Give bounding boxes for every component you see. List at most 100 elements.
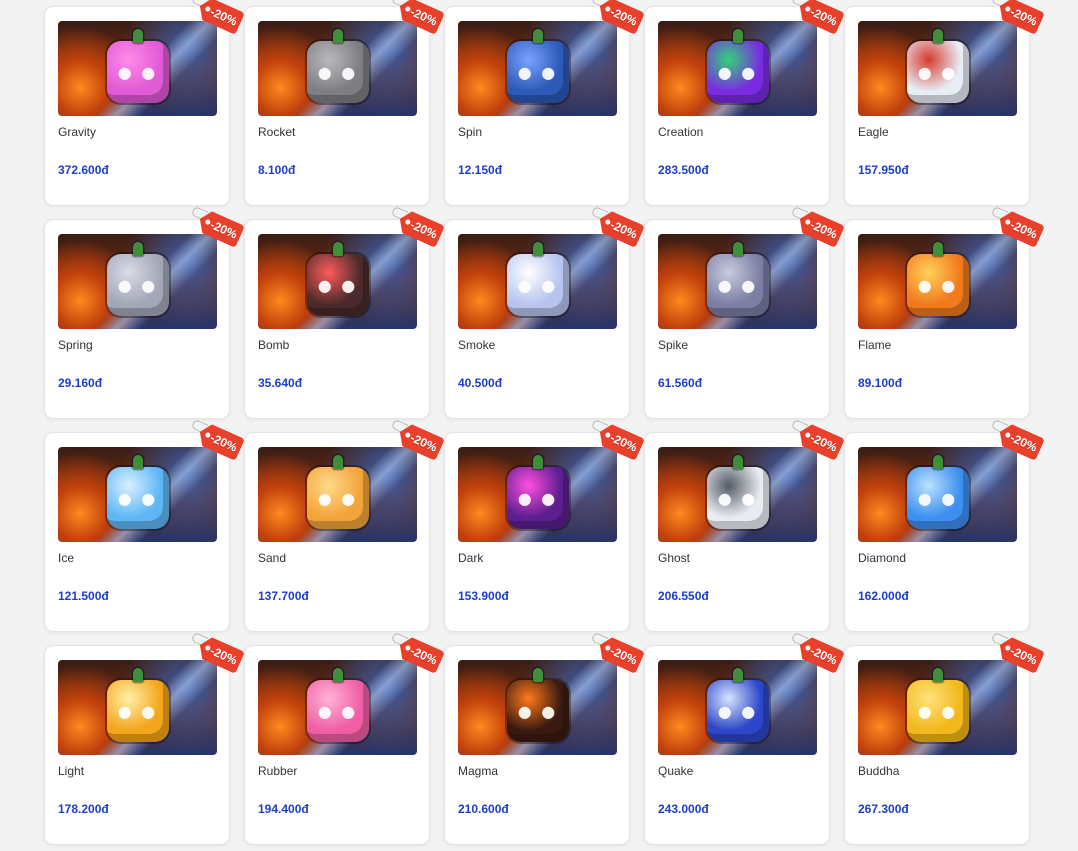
product-card[interactable]: ● ● Rubber 194.400đ -20% [244,631,430,845]
product-card[interactable]: ● ● Diamond 162.000đ -20% [844,418,1030,632]
product-image[interactable]: ● ● [58,447,217,542]
flame-fruit-icon: ● ● [906,241,969,316]
product-name[interactable]: Spring [58,338,93,352]
product-image[interactable]: ● ● [258,660,417,755]
product-name[interactable]: Ice [58,551,74,565]
spike-fruit-icon: ● ● [706,241,769,316]
product-card[interactable]: ● ● Creation 283.500đ -20% [644,0,830,206]
product-name[interactable]: Magma [458,764,498,778]
product-card[interactable]: ● ● Gravity 372.600đ -20% [44,0,230,206]
fruit-face-icon: ● ● [317,275,358,295]
product-card[interactable]: ● ● Bomb 35.640đ -20% [244,205,430,419]
product-card[interactable]: ● ● Smoke 40.500đ -20% [444,205,630,419]
fruit-stem-icon [932,667,943,682]
product-image[interactable]: ● ● [58,660,217,755]
product-image[interactable]: ● ● [258,447,417,542]
product-card[interactable]: ● ● Spring 29.160đ -20% [44,205,230,419]
spin-fruit-icon: ● ● [506,28,569,103]
fruit-face-icon: ● ● [317,701,358,721]
fruit-stem-icon [332,454,343,469]
rubber-fruit-icon: ● ● [306,667,369,742]
product-price: 29.160đ [58,376,103,390]
product-card[interactable]: ● ● Ice 121.500đ -20% [44,418,230,632]
product-name[interactable]: Diamond [858,551,906,565]
product-image[interactable]: ● ● [658,660,817,755]
product-name[interactable]: Dark [458,551,483,565]
spring-fruit-icon: ● ● [106,241,169,316]
product-image[interactable]: ● ● [258,21,417,116]
product-card[interactable]: ● ● Rocket 8.100đ -20% [244,0,430,206]
fruit-stem-icon [132,241,143,256]
product-card[interactable]: ● ● Light 178.200đ -20% [44,631,230,845]
fruit-stem-icon [932,454,943,469]
product-price: 121.500đ [58,589,109,603]
product-card[interactable]: ● ● Spike 61.560đ -20% [644,205,830,419]
fruit-stem-icon [332,667,343,682]
product-name[interactable]: Spin [458,125,482,139]
product-card[interactable]: ● ● Buddha 267.300đ -20% [844,631,1030,845]
product-image[interactable]: ● ● [658,21,817,116]
fruit-face-icon: ● ● [717,488,758,508]
fruit-stem-icon [332,28,343,43]
product-card[interactable]: ● ● Magma 210.600đ -20% [444,631,630,845]
product-image[interactable]: ● ● [458,21,617,116]
fruit-stem-icon [532,454,543,469]
product-image[interactable]: ● ● [858,447,1017,542]
product-image[interactable]: ● ● [458,660,617,755]
product-name[interactable]: Rubber [258,764,297,778]
fruit-face-icon: ● ● [717,62,758,82]
eagle-fruit-icon: ● ● [906,28,969,103]
product-name[interactable]: Creation [658,125,703,139]
product-image[interactable]: ● ● [58,21,217,116]
product-name[interactable]: Spike [658,338,688,352]
product-card[interactable]: ● ● Quake 243.000đ -20% [644,631,830,845]
product-name[interactable]: Buddha [858,764,899,778]
product-card[interactable]: ● ● Sand 137.700đ -20% [244,418,430,632]
product-image[interactable]: ● ● [458,234,617,329]
product-name[interactable]: Rocket [258,125,295,139]
quake-fruit-icon: ● ● [706,667,769,742]
product-name[interactable]: Smoke [458,338,495,352]
fruit-stem-icon [932,28,943,43]
product-price: 12.150đ [458,163,503,177]
product-image[interactable]: ● ● [658,234,817,329]
product-image[interactable]: ● ● [58,234,217,329]
fruit-stem-icon [732,28,743,43]
fruit-stem-icon [732,241,743,256]
product-image[interactable]: ● ● [658,447,817,542]
product-name[interactable]: Quake [658,764,693,778]
fruit-face-icon: ● ● [117,701,158,721]
product-image[interactable]: ● ● [858,660,1017,755]
fruit-stem-icon [332,241,343,256]
product-card[interactable]: ● ● Dark 153.900đ -20% [444,418,630,632]
magma-fruit-icon: ● ● [506,667,569,742]
product-price: 210.600đ [458,802,509,816]
fruit-face-icon: ● ● [517,275,558,295]
product-name[interactable]: Flame [858,338,891,352]
rocket-fruit-icon: ● ● [306,28,369,103]
product-card[interactable]: ● ● Flame 89.100đ -20% [844,205,1030,419]
product-image[interactable]: ● ● [258,234,417,329]
product-name[interactable]: Ghost [658,551,690,565]
diamond-fruit-icon: ● ● [906,454,969,529]
product-price: 194.400đ [258,802,309,816]
product-card[interactable]: ● ● Ghost 206.550đ -20% [644,418,830,632]
fruit-face-icon: ● ● [117,62,158,82]
dark-fruit-icon: ● ● [506,454,569,529]
bomb-fruit-icon: ● ● [306,241,369,316]
product-name[interactable]: Sand [258,551,286,565]
product-name[interactable]: Gravity [58,125,96,139]
product-grid: ● ● Gravity 372.600đ -20% ● ● Rocket 8.100đ -20… [44,0,1030,845]
product-card[interactable]: ● ● Eagle 157.950đ -20% [844,0,1030,206]
product-card[interactable]: ● ● Spin 12.150đ -20% [444,0,630,206]
fruit-face-icon: ● ● [917,62,958,82]
light-fruit-icon: ● ● [106,667,169,742]
fruit-face-icon: ● ● [917,488,958,508]
product-name[interactable]: Eagle [858,125,889,139]
product-image[interactable]: ● ● [458,447,617,542]
product-image[interactable]: ● ● [858,234,1017,329]
product-image[interactable]: ● ● [858,21,1017,116]
fruit-face-icon: ● ● [717,275,758,295]
product-name[interactable]: Bomb [258,338,289,352]
product-name[interactable]: Light [58,764,84,778]
